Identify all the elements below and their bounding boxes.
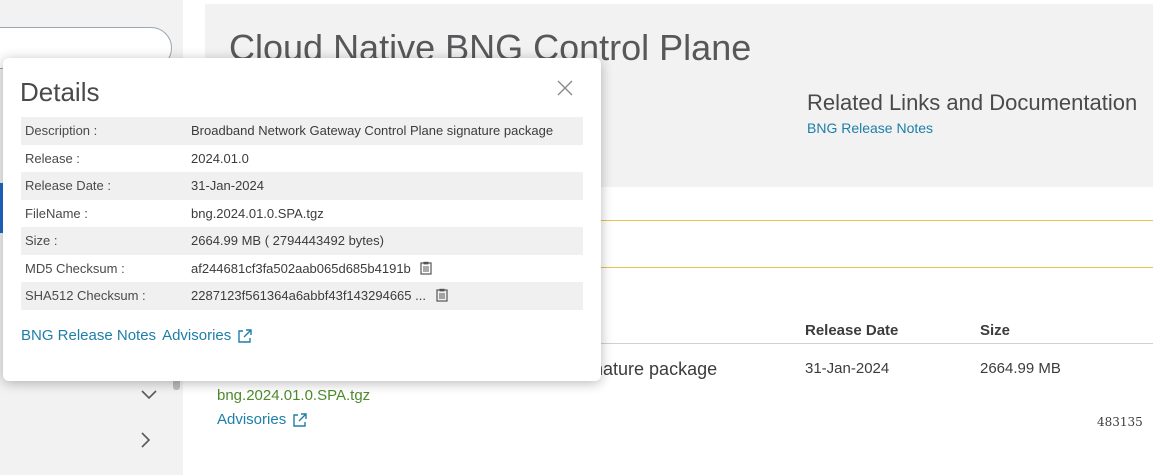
- row-release-date: 31-Jan-2024: [805, 360, 890, 377]
- field-value: 2664.99 MB ( 2794443492 bytes): [187, 227, 583, 255]
- release-notes-link[interactable]: BNG Release Notes: [807, 120, 933, 136]
- details-row-filename: FileName : bng.2024.01.0.SPA.tgz: [21, 200, 583, 228]
- md5-value: af244681cf3fa502aab065d685b4191b: [191, 260, 411, 276]
- details-row-md5: MD5 Checksum : af244681cf3fa502aab065d68…: [21, 255, 583, 283]
- column-header-release-date[interactable]: Release Date: [805, 322, 898, 339]
- column-header-size[interactable]: Size: [980, 322, 1010, 339]
- external-link-icon: [293, 412, 307, 427]
- field-value: 31-Jan-2024: [187, 172, 583, 200]
- external-link-icon: [238, 328, 252, 343]
- table-divider: [580, 343, 1153, 344]
- field-label: SHA512 Checksum :: [21, 282, 187, 310]
- row-size: 2664.99 MB: [980, 360, 1061, 377]
- field-label: Size :: [21, 227, 187, 255]
- row-advisories-link[interactable]: Advisories: [217, 411, 308, 428]
- popup-links: BNG Release Notes Advisories: [21, 327, 253, 344]
- field-label: MD5 Checksum :: [25, 260, 125, 276]
- row-filename[interactable]: bng.2024.01.0.SPA.tgz: [217, 387, 370, 404]
- row-description: gnature package: [583, 359, 718, 379]
- popup-advisories-link[interactable]: Advisories: [162, 327, 231, 344]
- field-value: af244681cf3fa502aab065d685b4191b: [187, 255, 583, 283]
- sha512-value: 2287123f561364a6abbf43f143294665 ...: [191, 288, 426, 304]
- advisories-label: Advisories: [217, 411, 287, 428]
- field-value: Broadband Network Gateway Control Plane …: [187, 117, 583, 145]
- clipboard-icon[interactable]: [435, 288, 448, 302]
- popup-title: Details: [20, 77, 100, 107]
- details-row-size: Size : 2664.99 MB ( 2794443492 bytes): [21, 227, 583, 255]
- field-value: bng.2024.01.0.SPA.tgz: [191, 205, 324, 221]
- related-links-heading: Related Links and Documentation: [807, 90, 1138, 115]
- details-row-description: Description : Broadband Network Gateway …: [21, 117, 583, 145]
- field-value: 2024.01.0: [191, 150, 249, 166]
- notice-banner: [560, 220, 1153, 268]
- field-value: 2287123f561364a6abbf43f143294665 ...: [187, 282, 583, 310]
- details-row-sha512: SHA512 Checksum : 2287123f561364a6abbf43…: [21, 282, 583, 310]
- details-row-release-date: Release Date : 31-Jan-2024: [21, 172, 583, 200]
- clipboard-icon[interactable]: [420, 261, 433, 275]
- field-label: Description :: [21, 117, 187, 145]
- chevron-down-icon[interactable]: [140, 383, 158, 405]
- details-popup: Details Description : Broadband Network …: [3, 58, 601, 381]
- field-label: Release :: [25, 150, 80, 166]
- details-table: Description : Broadband Network Gateway …: [21, 117, 583, 310]
- chevron-right-icon[interactable]: [140, 431, 152, 453]
- close-icon[interactable]: [555, 78, 575, 98]
- field-label: Release Date :: [21, 172, 187, 200]
- row-id: 483135: [1097, 415, 1143, 429]
- details-row-release: Release : 2024.01.0: [21, 145, 583, 173]
- popup-release-notes-link[interactable]: BNG Release Notes: [21, 327, 156, 344]
- download-page: Cloud Native BNG Control Plane Related L…: [0, 0, 1153, 475]
- field-label: FileName :: [25, 205, 88, 221]
